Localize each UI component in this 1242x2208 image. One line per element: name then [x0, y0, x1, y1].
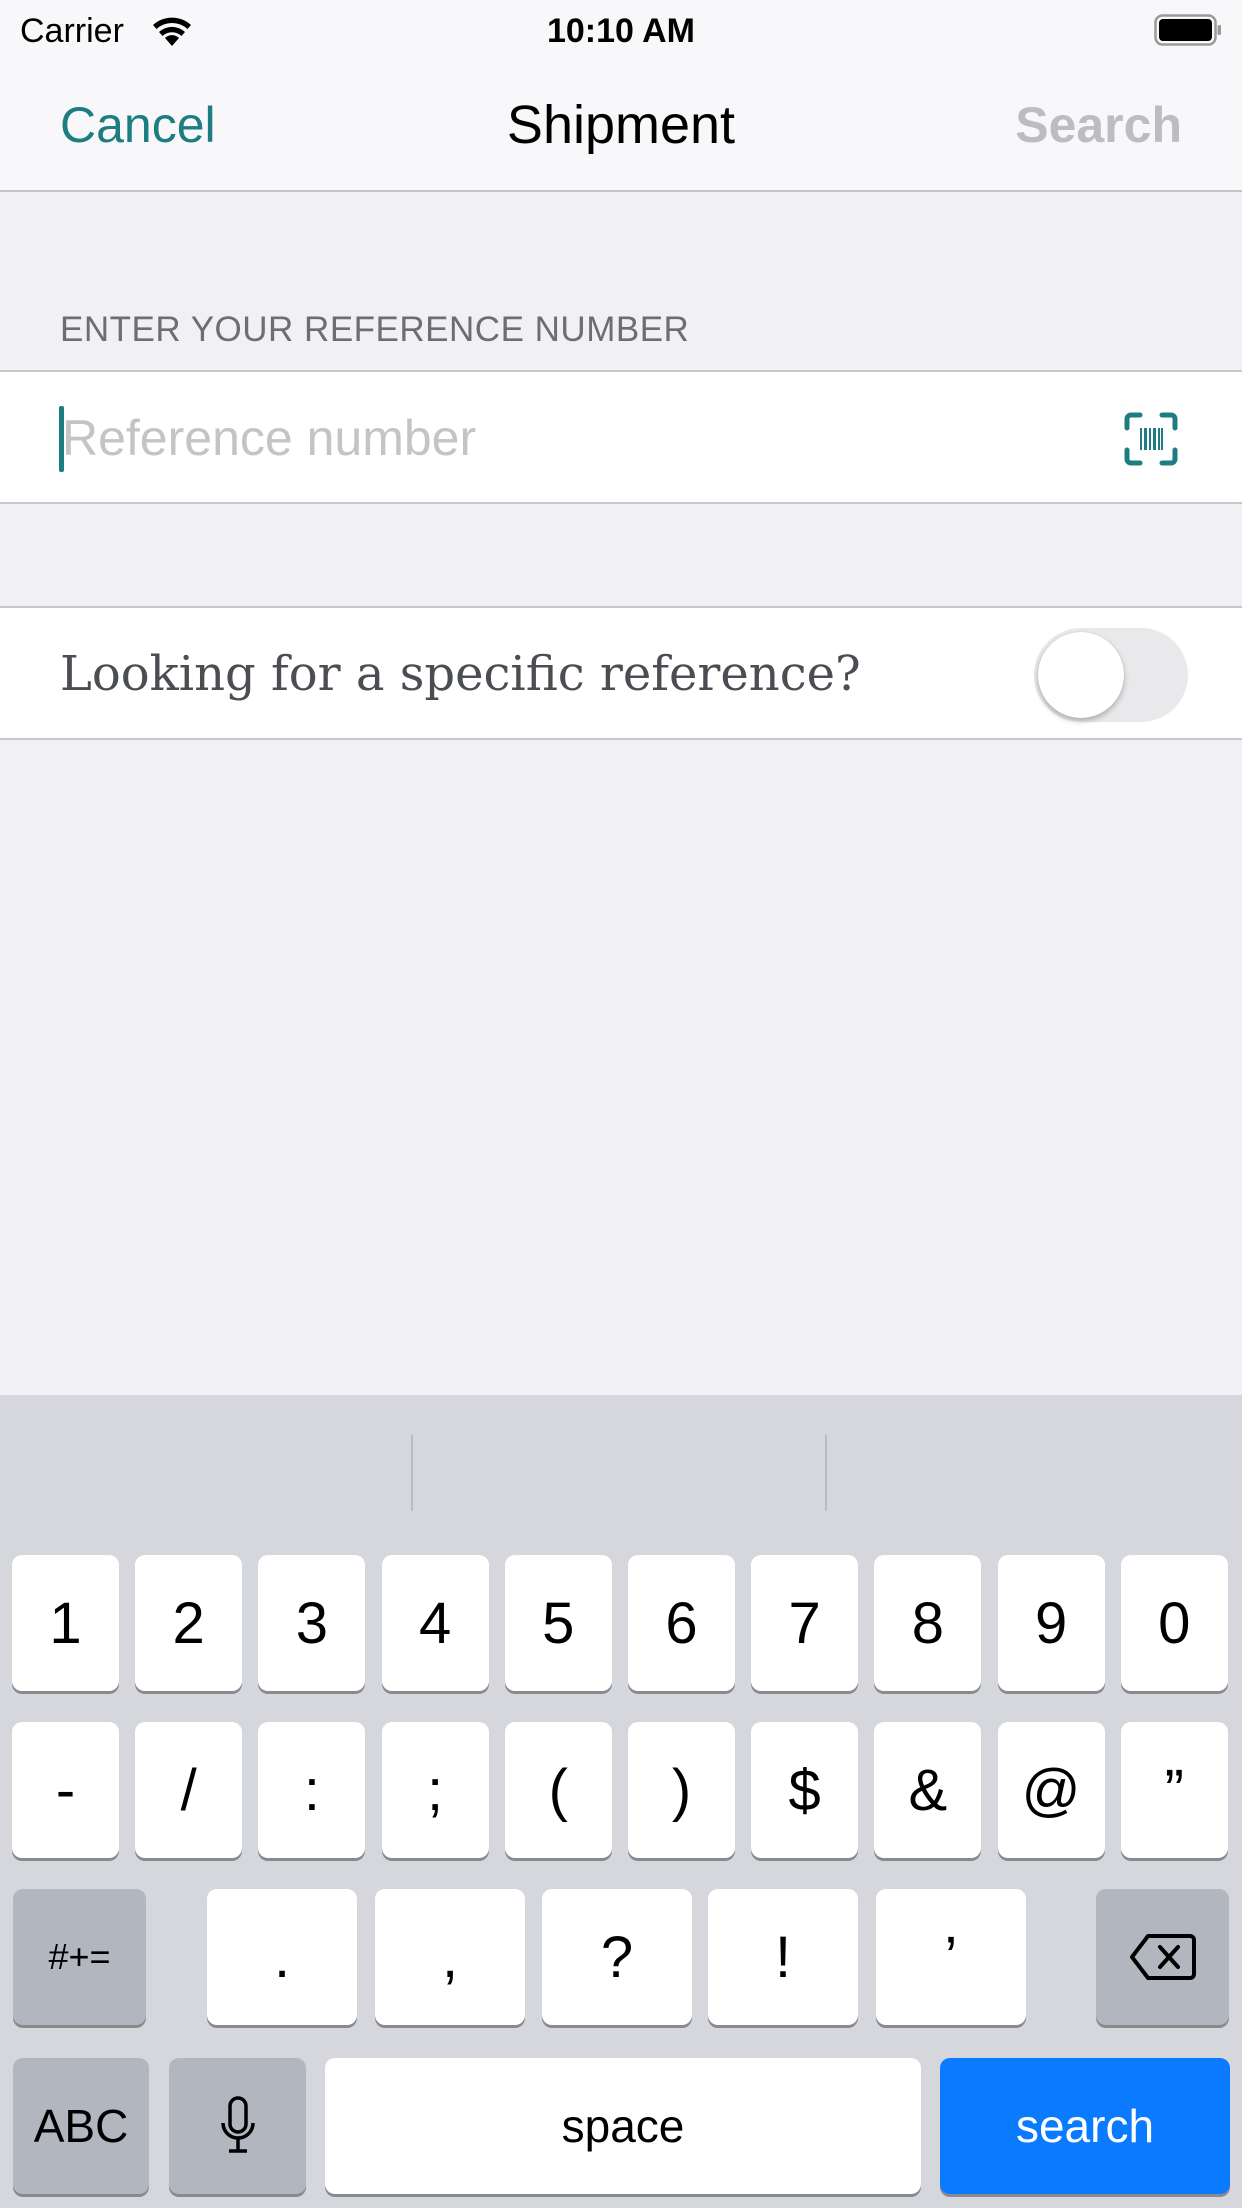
specific-reference-row: Looking for a specific reference?	[0, 606, 1242, 740]
keyboard: 1234567890 - /:;() $ & @” #+= .,?!’ ABC spac…	[0, 1395, 1242, 2208]
key[interactable]: 9	[997, 1555, 1105, 1691]
specific-reference-toggle[interactable]	[1034, 628, 1188, 722]
navigation-bar: Cancel Shipment Search	[0, 60, 1242, 192]
backspace-icon	[1129, 1934, 1196, 1980]
prediction-divider	[825, 1435, 827, 1511]
key[interactable]: )	[628, 1722, 735, 1858]
clock: 10:10 AM	[546, 12, 696, 50]
abc-key[interactable]: ABC	[13, 2058, 149, 2194]
toggle-knob	[1038, 632, 1124, 718]
delete-key[interactable]	[1096, 1889, 1229, 2025]
key[interactable]: /	[135, 1722, 243, 1858]
key[interactable]: 0	[1120, 1555, 1228, 1691]
section-header: ENTER YOUR REFERENCE NUMBER	[60, 310, 690, 349]
key[interactable]: &	[874, 1722, 982, 1858]
search-key[interactable]: search	[940, 2058, 1230, 2194]
key[interactable]: 8	[874, 1555, 982, 1691]
key[interactable]: 4	[381, 1555, 489, 1691]
key[interactable]: ,	[375, 1889, 525, 2025]
key[interactable]: .	[207, 1889, 357, 2025]
key[interactable]: -	[12, 1722, 119, 1858]
key[interactable]: 7	[751, 1555, 859, 1691]
key[interactable]: 6	[628, 1555, 735, 1691]
key[interactable]: 3	[258, 1555, 366, 1691]
key[interactable]: ’	[876, 1889, 1026, 2025]
key[interactable]: @	[997, 1722, 1105, 1858]
microphone-key[interactable]	[169, 2058, 306, 2194]
key[interactable]: 5	[504, 1555, 612, 1691]
key[interactable]: 1	[12, 1555, 119, 1691]
key[interactable]: ”	[1120, 1722, 1228, 1858]
key[interactable]: ?	[542, 1889, 692, 2025]
key[interactable]: ;	[381, 1722, 489, 1858]
prediction-divider	[411, 1435, 413, 1511]
key[interactable]: !	[708, 1889, 858, 2025]
reference-number-input[interactable]	[62, 394, 1082, 482]
space-key[interactable]: space	[325, 2058, 921, 2194]
reference-number-row	[0, 370, 1242, 504]
battery-full-icon	[1154, 14, 1221, 46]
key[interactable]: :	[258, 1722, 366, 1858]
barcode-scan-icon[interactable]	[1124, 412, 1178, 466]
microphone-icon	[220, 2096, 255, 2153]
search-button[interactable]: Search	[1015, 96, 1182, 154]
symbols-key[interactable]: #+=	[13, 1889, 146, 2025]
specific-reference-label: Looking for a specific reference?	[60, 646, 861, 702]
key[interactable]: 2	[135, 1555, 243, 1691]
status-bar: Carrier 10:10 AM	[0, 0, 1242, 60]
key[interactable]: (	[504, 1722, 612, 1858]
key[interactable]: $	[751, 1722, 859, 1858]
